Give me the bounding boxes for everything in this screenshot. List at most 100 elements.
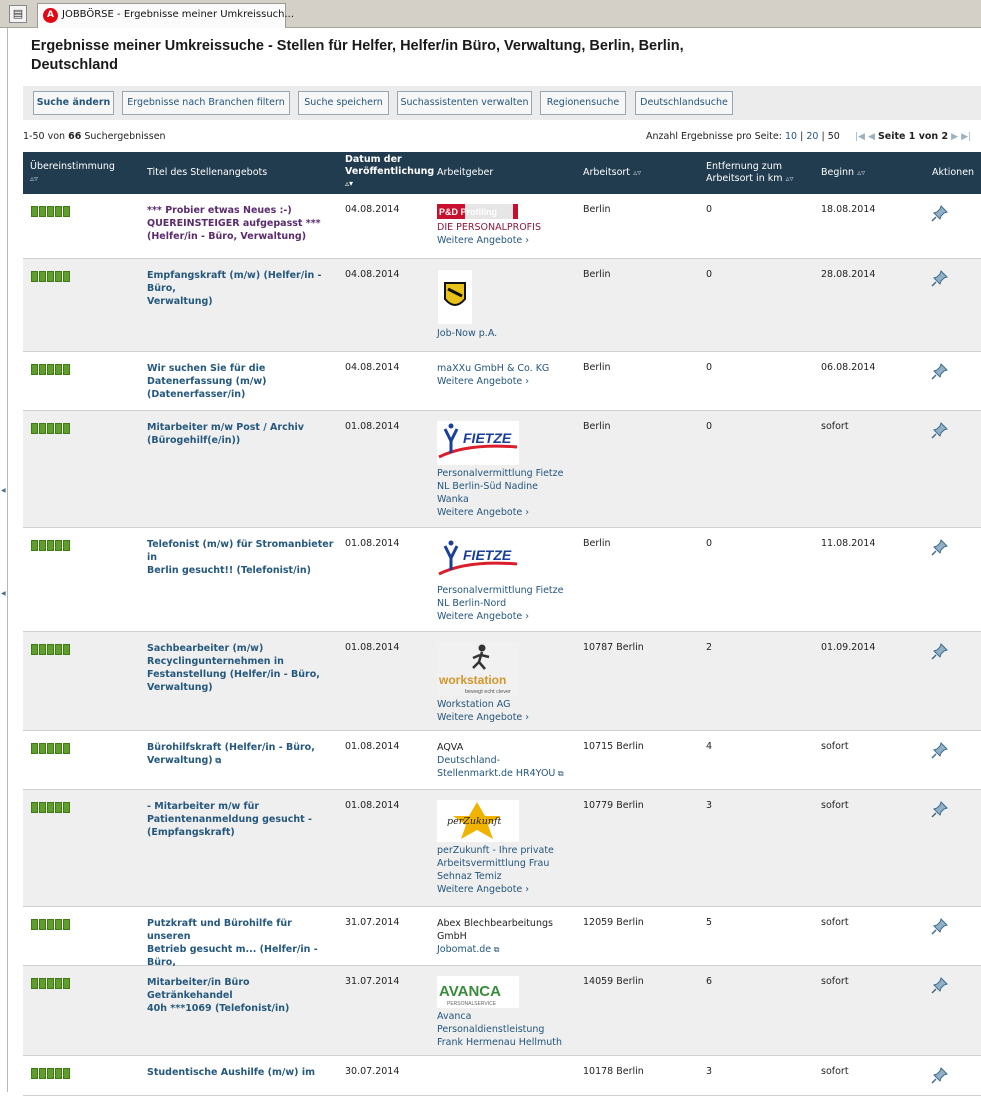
job-location: 10787 Berlin <box>583 642 644 653</box>
branchen-filtern-button[interactable]: Ergebnisse nach Branchen filtern <box>122 91 290 115</box>
job-title-link[interactable]: - Mitarbeiter m/w für Patientenanmeldung … <box>147 800 337 839</box>
merken-pin-icon[interactable] <box>931 642 949 660</box>
external-source-link[interactable]: Stellenmarkt.de HR4YOU <box>437 768 555 779</box>
merken-pin-icon[interactable] <box>931 800 949 818</box>
chevron-right-icon: › <box>522 611 530 622</box>
merken-pin-icon[interactable] <box>931 917 949 935</box>
logo-text: workstation <box>438 673 506 687</box>
match-rating <box>31 802 71 813</box>
sort-arrows-icon[interactable]: ▵▿ <box>633 168 641 177</box>
external-link-icon[interactable]: ⧉ <box>213 756 221 765</box>
weitere-angebote-link[interactable]: Weitere Angebote › <box>437 611 529 622</box>
job-title-link[interactable]: Mitarbeiter m/w Post / Archiv (Bürogehilf… <box>147 421 337 447</box>
next-page-icon[interactable]: ▶ <box>951 132 958 142</box>
external-source-link[interactable]: Deutschland- <box>437 755 500 766</box>
publish-date: 04.08.2014 <box>345 362 400 373</box>
table-row: *** Probier etwas Neues :-) QUEREINSTEIGE… <box>23 194 981 259</box>
external-link-icon[interactable]: ⧉ <box>555 769 564 778</box>
regionensuche-button[interactable]: Regionensuche <box>540 91 626 115</box>
merken-pin-icon[interactable] <box>931 741 949 759</box>
sort-arrows-icon[interactable]: ▵▾ <box>345 179 353 188</box>
per-page-separator: | <box>821 131 825 142</box>
per-page-20[interactable]: 20 <box>806 131 818 142</box>
job-title-link[interactable]: Studentische Aushilfe (m/w) im <box>147 1066 337 1079</box>
job-title-link[interactable]: Telefonist (m/w) für Stromanbieter in Ber… <box>147 538 337 577</box>
sort-arrows-icon[interactable]: ▵▿ <box>857 168 865 177</box>
col-match[interactable]: Übereinstimmung ▵▿ <box>30 161 115 185</box>
merken-pin-icon[interactable] <box>931 538 949 556</box>
col-date-label-2: Veröffentlichung <box>345 166 435 177</box>
first-page-icon[interactable]: |◀ <box>855 132 865 142</box>
weitere-angebote-link[interactable]: Weitere Angebote › <box>437 507 529 518</box>
merken-pin-icon[interactable] <box>931 269 949 287</box>
match-rating <box>31 423 71 434</box>
merken-pin-icon[interactable] <box>931 1066 949 1084</box>
browser-tab[interactable]: A JOBBÖRSE - Ergebnisse meiner Umkreissu… <box>37 3 294 28</box>
job-title-link[interactable]: Mitarbeiter/in Büro Getränkehandel 40h **… <box>147 976 337 1015</box>
col-distance-label-1: Entfernung zum <box>706 161 783 172</box>
match-bar <box>47 1068 54 1079</box>
match-bar <box>39 802 46 813</box>
job-title-line: Sachbearbeiter (m/w) <box>147 643 264 654</box>
external-link-icon[interactable]: ⧉ <box>491 945 500 954</box>
arbeitsagentur-logo-icon: A <box>43 8 58 23</box>
publish-date: 31.07.2014 <box>345 976 400 987</box>
merken-pin-icon[interactable] <box>931 204 949 222</box>
job-title-link[interactable]: *** Probier etwas Neues :-) QUEREINSTEIGE… <box>147 204 337 243</box>
job-start: sofort <box>821 1066 849 1077</box>
match-rating <box>31 919 71 930</box>
page-list-icon[interactable]: ▤ <box>9 5 27 23</box>
table-row: Empfangskraft (m/w) (Helfer/in - Büro, Ve… <box>23 259 981 352</box>
logo-text: AVANCA <box>439 983 501 1000</box>
match-bar <box>31 364 38 375</box>
merken-pin-icon[interactable] <box>931 976 949 994</box>
match-bar <box>39 1068 46 1079</box>
suche-aendern-button[interactable]: Suche ändern <box>33 91 114 115</box>
last-page-icon[interactable]: ▶| <box>961 132 971 142</box>
job-title-line: Festanstellung (Helfer/in - Büro, <box>147 669 320 680</box>
chevron-right-icon: › <box>522 712 530 723</box>
weitere-angebote-link[interactable]: Weitere Angebote › <box>437 376 529 387</box>
match-bar <box>47 206 54 217</box>
col-date[interactable]: Datum der Veröffentlichung ▵▾ <box>345 154 434 190</box>
col-location[interactable]: Arbeitsort ▵▿ <box>583 167 641 179</box>
weitere-angebote-link[interactable]: Weitere Angebote › <box>437 884 529 895</box>
suche-speichern-button[interactable]: Suche speichern <box>298 91 389 115</box>
pd-profiling-logo: P&D Profiling <box>437 204 518 219</box>
match-bar <box>31 540 38 551</box>
sort-arrows-icon[interactable]: ▵▿ <box>786 174 794 183</box>
job-title-link[interactable]: Sachbearbeiter (m/w) Recyclingunternehmen… <box>147 642 337 694</box>
merken-pin-icon[interactable] <box>931 421 949 439</box>
employer-cell: FIETZE Personalvermittlung Fietze NL Berli… <box>437 421 577 519</box>
workstation-logo: workstation bewegt echt clever <box>437 642 519 696</box>
job-title-link[interactable]: Empfangskraft (m/w) (Helfer/in - Büro, Ve… <box>147 269 337 308</box>
prev-page-icon[interactable]: ◀ <box>868 132 875 142</box>
deutschlandsuche-button[interactable]: Deutschlandsuche <box>635 91 733 115</box>
match-bar <box>63 743 70 754</box>
employer-name: NL Berlin-Süd Nadine <box>437 481 538 492</box>
col-distance[interactable]: Entfernung zum Arbeitsort in km ▵▿ <box>706 161 794 185</box>
match-bar <box>47 919 54 930</box>
collapse-arrow-icon[interactable]: ◀ <box>1 590 6 597</box>
employer-name: Sehnaz Temiz <box>437 871 502 882</box>
job-distance: 0 <box>706 538 713 549</box>
result-total: 66 <box>68 131 82 142</box>
job-distance: 2 <box>706 642 713 653</box>
weitere-angebote-link[interactable]: Weitere Angebote › <box>437 712 529 723</box>
job-title-link[interactable]: Wir suchen Sie für die Datenerfassung (m/… <box>147 362 337 401</box>
publish-date: 30.07.2014 <box>345 1066 400 1077</box>
sort-arrows-icon[interactable]: ▵▿ <box>30 174 38 183</box>
per-page-50[interactable]: 50 <box>828 131 840 142</box>
weitere-angebote-link[interactable]: Weitere Angebote › <box>437 235 529 246</box>
match-bar <box>55 802 62 813</box>
col-start[interactable]: Beginn ▵▿ <box>821 167 865 179</box>
col-distance-label-2: Arbeitsort in km <box>706 173 783 184</box>
per-page-10[interactable]: 10 <box>785 131 797 142</box>
job-title-line: Datenerfassung (m/w) <box>147 376 267 387</box>
job-location: Berlin <box>583 362 611 373</box>
job-title-link[interactable]: Bürohilfskraft (Helfer/in - Büro, Verwalt… <box>147 741 337 767</box>
collapse-arrow-icon[interactable]: ◀ <box>1 487 6 494</box>
external-source-link[interactable]: Jobomat.de <box>437 944 491 955</box>
suchassistenten-button[interactable]: Suchassistenten verwalten <box>397 91 532 115</box>
merken-pin-icon[interactable] <box>931 362 949 380</box>
